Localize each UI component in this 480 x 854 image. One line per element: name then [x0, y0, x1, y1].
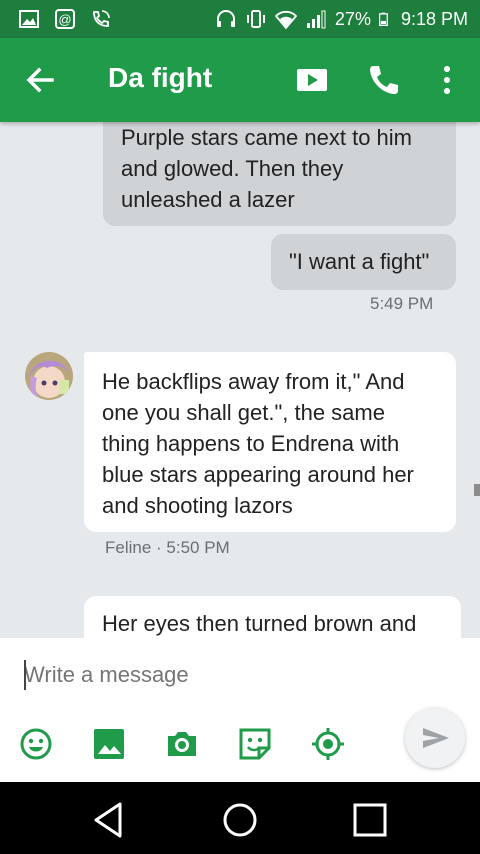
- compose-area: [0, 638, 480, 782]
- location-icon[interactable]: [310, 726, 346, 762]
- more-options-button[interactable]: [432, 60, 462, 100]
- nav-back-icon[interactable]: [86, 798, 130, 842]
- nav-home-icon[interactable]: [218, 798, 262, 842]
- app-bar: Da fight: [0, 38, 480, 122]
- incoming-message[interactable]: Her eyes then turned brown and: [84, 596, 461, 638]
- back-button[interactable]: [20, 60, 64, 100]
- battery-percent: 27%: [334, 8, 371, 29]
- scrollbar-thumb[interactable]: [474, 484, 480, 496]
- vibrate-icon: [246, 10, 265, 28]
- send-icon: [423, 728, 449, 748]
- message-line: and shooting lazors: [102, 493, 293, 518]
- video-call-button[interactable]: [292, 60, 332, 100]
- nav-recents-icon[interactable]: [348, 798, 392, 842]
- text-cursor: [24, 660, 26, 690]
- message-input[interactable]: [24, 658, 384, 692]
- message-sender-time: Feline · 5:50 PM: [105, 538, 230, 557]
- gallery-notification-icon: [19, 10, 39, 28]
- wifi-icon: [274, 10, 297, 30]
- videocam-icon: [297, 69, 327, 91]
- send-button[interactable]: [405, 708, 465, 768]
- signal-icon: [306, 10, 326, 29]
- voice-call-button[interactable]: [364, 60, 404, 100]
- message-text: "I want a fight": [289, 249, 430, 274]
- image-icon[interactable]: [91, 726, 127, 762]
- conversation-title: Da fight: [108, 62, 213, 93]
- sticker-icon[interactable]: [237, 726, 273, 762]
- message-line: and glowed. Then they: [121, 156, 344, 181]
- message-line: one you shall get.", the same: [102, 400, 385, 425]
- clock: 9:18 PM: [400, 8, 468, 29]
- avatar-image: [25, 352, 73, 400]
- camera-icon[interactable]: [164, 726, 200, 762]
- phone-icon: [370, 66, 398, 94]
- outgoing-message[interactable]: "I want a fight": [271, 234, 456, 290]
- message-line: Her eyes then turned brown and: [102, 611, 417, 636]
- battery-icon: [378, 12, 388, 26]
- headset-icon: [216, 10, 235, 27]
- message-line: thing happens to Endrena with: [102, 431, 400, 456]
- message-line: unleashed a lazer: [121, 187, 295, 212]
- message-line: blue stars appearing around her: [102, 462, 414, 487]
- message-line: Purple stars came next to him: [121, 125, 413, 150]
- emoji-icon[interactable]: [18, 726, 54, 762]
- message-timestamp: 5:49 PM: [370, 294, 434, 313]
- outgoing-message[interactable]: Purple stars came next to him and glowed…: [103, 122, 456, 226]
- svg-text:@: @: [58, 12, 71, 27]
- back-arrow-icon: [26, 67, 54, 93]
- incoming-message[interactable]: He backflips away from it," And one you …: [84, 352, 456, 532]
- message-list[interactable]: Purple stars came next to him and glowed…: [0, 122, 480, 638]
- status-bar: @ 27% 9:18 PM: [0, 0, 480, 38]
- email-notification-icon: @: [55, 9, 75, 29]
- system-nav-bar: [0, 782, 480, 854]
- message-line: He backflips away from it," And: [102, 369, 405, 394]
- sender-avatar[interactable]: [25, 352, 73, 400]
- wifi-call-notification-icon: [93, 10, 110, 27]
- more-vert-icon: [444, 66, 450, 94]
